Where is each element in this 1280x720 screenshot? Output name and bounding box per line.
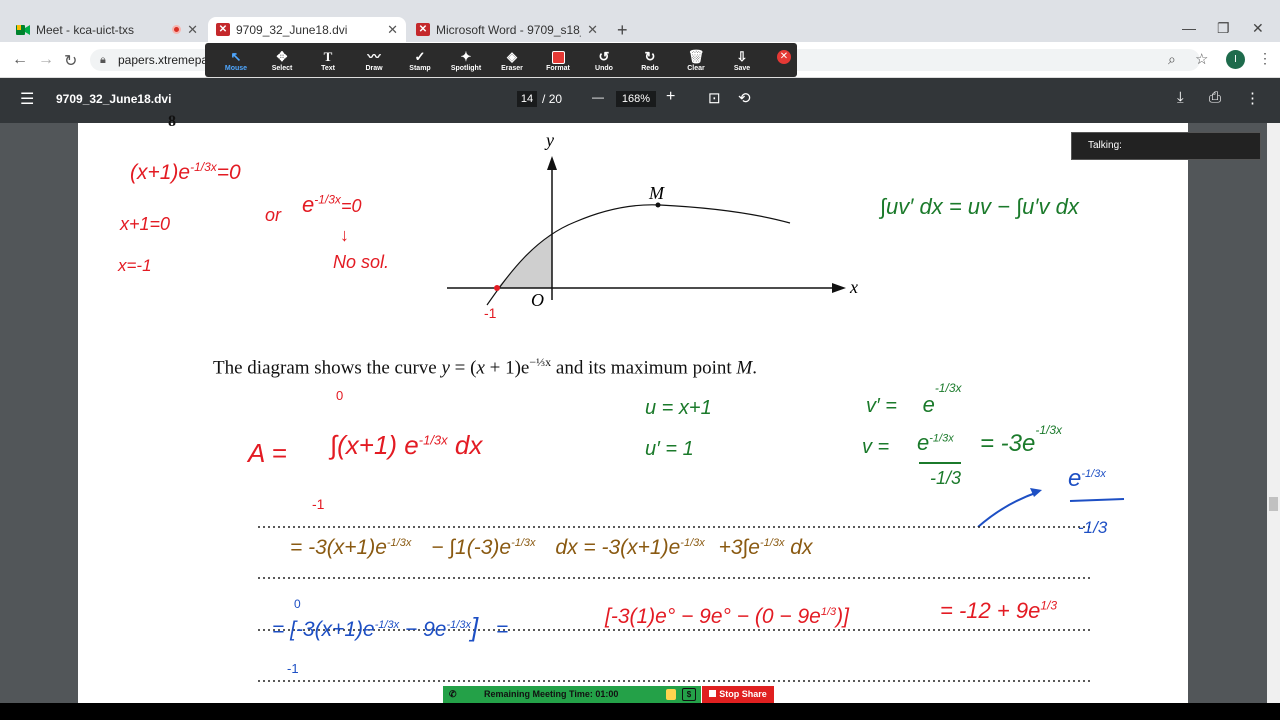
hw-u: u = x+1 (645, 397, 712, 419)
shield-icon (666, 689, 676, 700)
hw-eq1: (x+1)e-1/3x=0 (130, 160, 241, 184)
phone-icon: ✆ (449, 689, 457, 699)
stop-square-icon (709, 690, 717, 697)
hw-vprime: v′ = e-1/3x (866, 381, 962, 417)
hw-or: or (265, 205, 282, 225)
hw-x2: x=-1 (118, 256, 152, 275)
y-axis-label: y (546, 130, 554, 150)
stop-share-button[interactable]: Stop Share (702, 686, 774, 703)
meeting-time: Remaining Meeting Time: 01:00 (484, 689, 619, 699)
hw-nosol: No sol. (333, 252, 390, 272)
hw-area-label: A = (248, 438, 287, 468)
dollar-icon[interactable]: $ (682, 688, 696, 701)
hw-side-den: -1/3 (1078, 518, 1108, 537)
x-axis-arrow (832, 283, 846, 293)
hw-area-integral: ∫(x+1) e-1/3x dx (330, 430, 483, 460)
hw-upper-limit: 0 (336, 388, 344, 403)
hw-x1: x+1=0 (120, 214, 171, 234)
hw-v-num: e-1/3x (917, 430, 954, 455)
hw-du: u′ = 1 (645, 438, 694, 460)
intercept-marker (494, 285, 500, 291)
hw-side-num: e-1/3x (1068, 465, 1106, 492)
hw-v: v = (862, 436, 890, 458)
hw-ibp-formula: ∫uv′ dx = uv − ∫u′v dx (880, 194, 1079, 219)
hw-e-eq0: e-1/3x=0 (302, 192, 362, 217)
arrow-curve (977, 491, 1039, 528)
hw-minus1: -1 (484, 305, 497, 321)
origin-label: O (531, 290, 544, 310)
meeting-time-bar: ✆ Remaining Meeting Time: 01:00 $ (443, 686, 701, 703)
y-axis-arrow (547, 156, 557, 170)
hw-line3-lower: -1 (287, 661, 299, 676)
hw-v-den: -1/3 (930, 468, 962, 488)
talking-indicator: Talking: (1071, 132, 1261, 160)
hw-line2: = -3(x+1)e-1/3x − ∫1(-3)e-1/3x dx = -3(x… (290, 536, 813, 559)
hw-v-result: = -3e-1/3x (980, 423, 1063, 457)
side-frac-bar (1069, 498, 1125, 502)
max-point-label: M (649, 183, 664, 203)
hw-line3-red: [-3(1)e° − 9e° − (0 − 9e1/3)] (605, 605, 849, 628)
hw-result: = -12 + 9e1/3 (940, 598, 1057, 623)
hw-arrow-down-icon: ↓ (340, 225, 349, 245)
bottom-bar (0, 703, 1280, 720)
hw-line3-blue: = [-3(x+1)e-1/3x − 9e-1/3x] = (272, 612, 509, 642)
hw-line3-upper: 0 (294, 597, 301, 611)
arrow-head (1030, 488, 1042, 497)
diagram-caption: The diagram shows the curve y = (x + 1)e… (213, 355, 757, 379)
hw-lower-limit: -1 (312, 496, 325, 512)
x-axis-label: x (850, 277, 858, 297)
